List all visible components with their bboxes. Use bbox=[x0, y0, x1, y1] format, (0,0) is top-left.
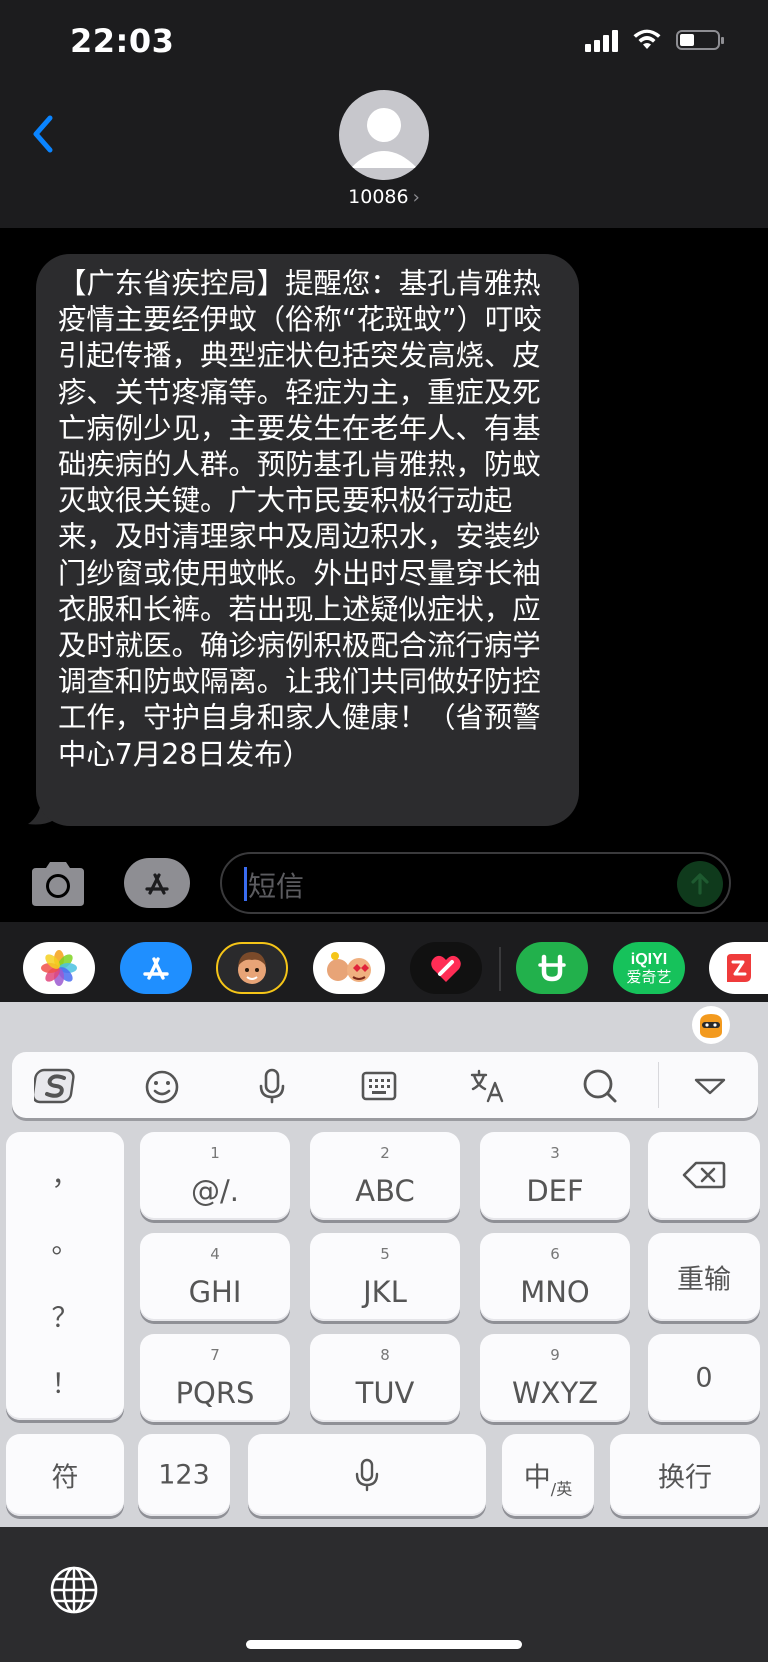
wifi-icon bbox=[633, 29, 661, 49]
contact-name[interactable]: 10086 › bbox=[0, 186, 768, 208]
translate-icon[interactable] bbox=[468, 1066, 508, 1106]
text-caret bbox=[244, 867, 247, 901]
backspace-key[interactable] bbox=[648, 1132, 760, 1220]
message-text: 【广东省疾控局】提醒您：基孔肯雅热疫情主要经伊蚊（俗称“花斑蚊”）叮咬引起传播，… bbox=[58, 267, 542, 771]
message-input-placeholder: 短信 bbox=[248, 870, 305, 903]
retype-key[interactable]: 重输 bbox=[648, 1233, 760, 1321]
signal-icon bbox=[585, 28, 618, 52]
send-arrow-icon bbox=[691, 873, 709, 895]
globe-icon[interactable] bbox=[48, 1564, 100, 1616]
home-indicator[interactable] bbox=[246, 1640, 522, 1649]
app-store-app-icon[interactable] bbox=[120, 942, 192, 994]
contact-chevron-icon: › bbox=[412, 187, 420, 208]
punctuation-column[interactable]: ， 。 ？ ！ bbox=[6, 1132, 124, 1420]
emoji-icon[interactable] bbox=[142, 1066, 182, 1106]
numeric-key[interactable]: 123 bbox=[138, 1434, 230, 1516]
keyboard-mascot-icon[interactable] bbox=[692, 1006, 730, 1044]
lang-sub-label: /英 bbox=[550, 1479, 573, 1499]
keyboard-toolbar bbox=[12, 1052, 758, 1118]
keyboard-icon[interactable] bbox=[359, 1066, 399, 1106]
collapse-keyboard-icon[interactable] bbox=[690, 1066, 730, 1106]
key-8[interactable]: 8 TUV bbox=[310, 1334, 460, 1422]
punct-question[interactable]: ？ bbox=[6, 1296, 124, 1335]
space-microphone-icon bbox=[355, 1458, 379, 1492]
send-button[interactable] bbox=[677, 861, 723, 907]
key-6[interactable]: 6 MNO bbox=[480, 1233, 630, 1321]
contact-number[interactable]: 10086 bbox=[348, 186, 408, 208]
search-icon[interactable] bbox=[580, 1066, 620, 1106]
app-strip-divider bbox=[499, 947, 501, 991]
key-5[interactable]: 5 JKL bbox=[310, 1233, 460, 1321]
punct-exclamation[interactable]: ！ bbox=[6, 1362, 124, 1401]
sogou-logo-icon[interactable] bbox=[34, 1066, 80, 1106]
back-chevron-icon[interactable] bbox=[24, 108, 64, 162]
photos-app-icon[interactable] bbox=[23, 942, 95, 994]
key-3[interactable]: 3 DEF bbox=[480, 1132, 630, 1220]
key-2[interactable]: 2 ABC bbox=[310, 1132, 460, 1220]
digital-touch-app-icon[interactable] bbox=[410, 942, 482, 994]
green-app-icon[interactable] bbox=[516, 942, 588, 994]
lang-main-label: 中 bbox=[523, 1462, 551, 1494]
red-app-icon[interactable] bbox=[709, 942, 768, 994]
backspace-icon bbox=[682, 1161, 726, 1189]
iqiyi-app-icon[interactable]: iQIYI 爱奇艺 bbox=[613, 942, 685, 994]
contact-avatar[interactable] bbox=[339, 90, 429, 180]
language-switch-key[interactable]: 中/英 bbox=[502, 1434, 594, 1516]
key-9[interactable]: 9 WXYZ bbox=[480, 1334, 630, 1422]
iqiyi-label-top: iQIYI bbox=[630, 950, 668, 968]
key-1[interactable]: 1 @/. bbox=[140, 1132, 290, 1220]
animoji-app-icon[interactable] bbox=[313, 942, 385, 994]
iqiyi-label-bottom: 爱奇艺 bbox=[626, 967, 672, 986]
app-store-icon[interactable] bbox=[124, 858, 190, 908]
microphone-icon[interactable] bbox=[252, 1066, 292, 1106]
memoji-app-icon[interactable] bbox=[216, 942, 288, 994]
punct-comma[interactable]: ， bbox=[6, 1154, 124, 1193]
key-7[interactable]: 7 PQRS bbox=[140, 1334, 290, 1422]
battery-icon bbox=[676, 30, 724, 50]
camera-icon[interactable] bbox=[28, 860, 88, 908]
symbol-key[interactable]: 符 bbox=[6, 1434, 124, 1516]
space-voice-key[interactable] bbox=[248, 1434, 486, 1516]
message-input[interactable]: 短信 bbox=[220, 852, 731, 914]
status-time: 22:03 bbox=[70, 22, 175, 60]
status-icons bbox=[585, 28, 724, 52]
message-bubble[interactable]: 【广东省疾控局】提醒您：基孔肯雅热疫情主要经伊蚊（俗称“花斑蚊”）叮咬引起传播，… bbox=[36, 254, 579, 826]
key-4[interactable]: 4 GHI bbox=[140, 1233, 290, 1321]
enter-key[interactable]: 换行 bbox=[610, 1434, 760, 1516]
toolbar-divider bbox=[658, 1062, 659, 1108]
punct-period[interactable]: 。 bbox=[6, 1222, 124, 1261]
key-0[interactable]: 0 bbox=[648, 1334, 760, 1422]
